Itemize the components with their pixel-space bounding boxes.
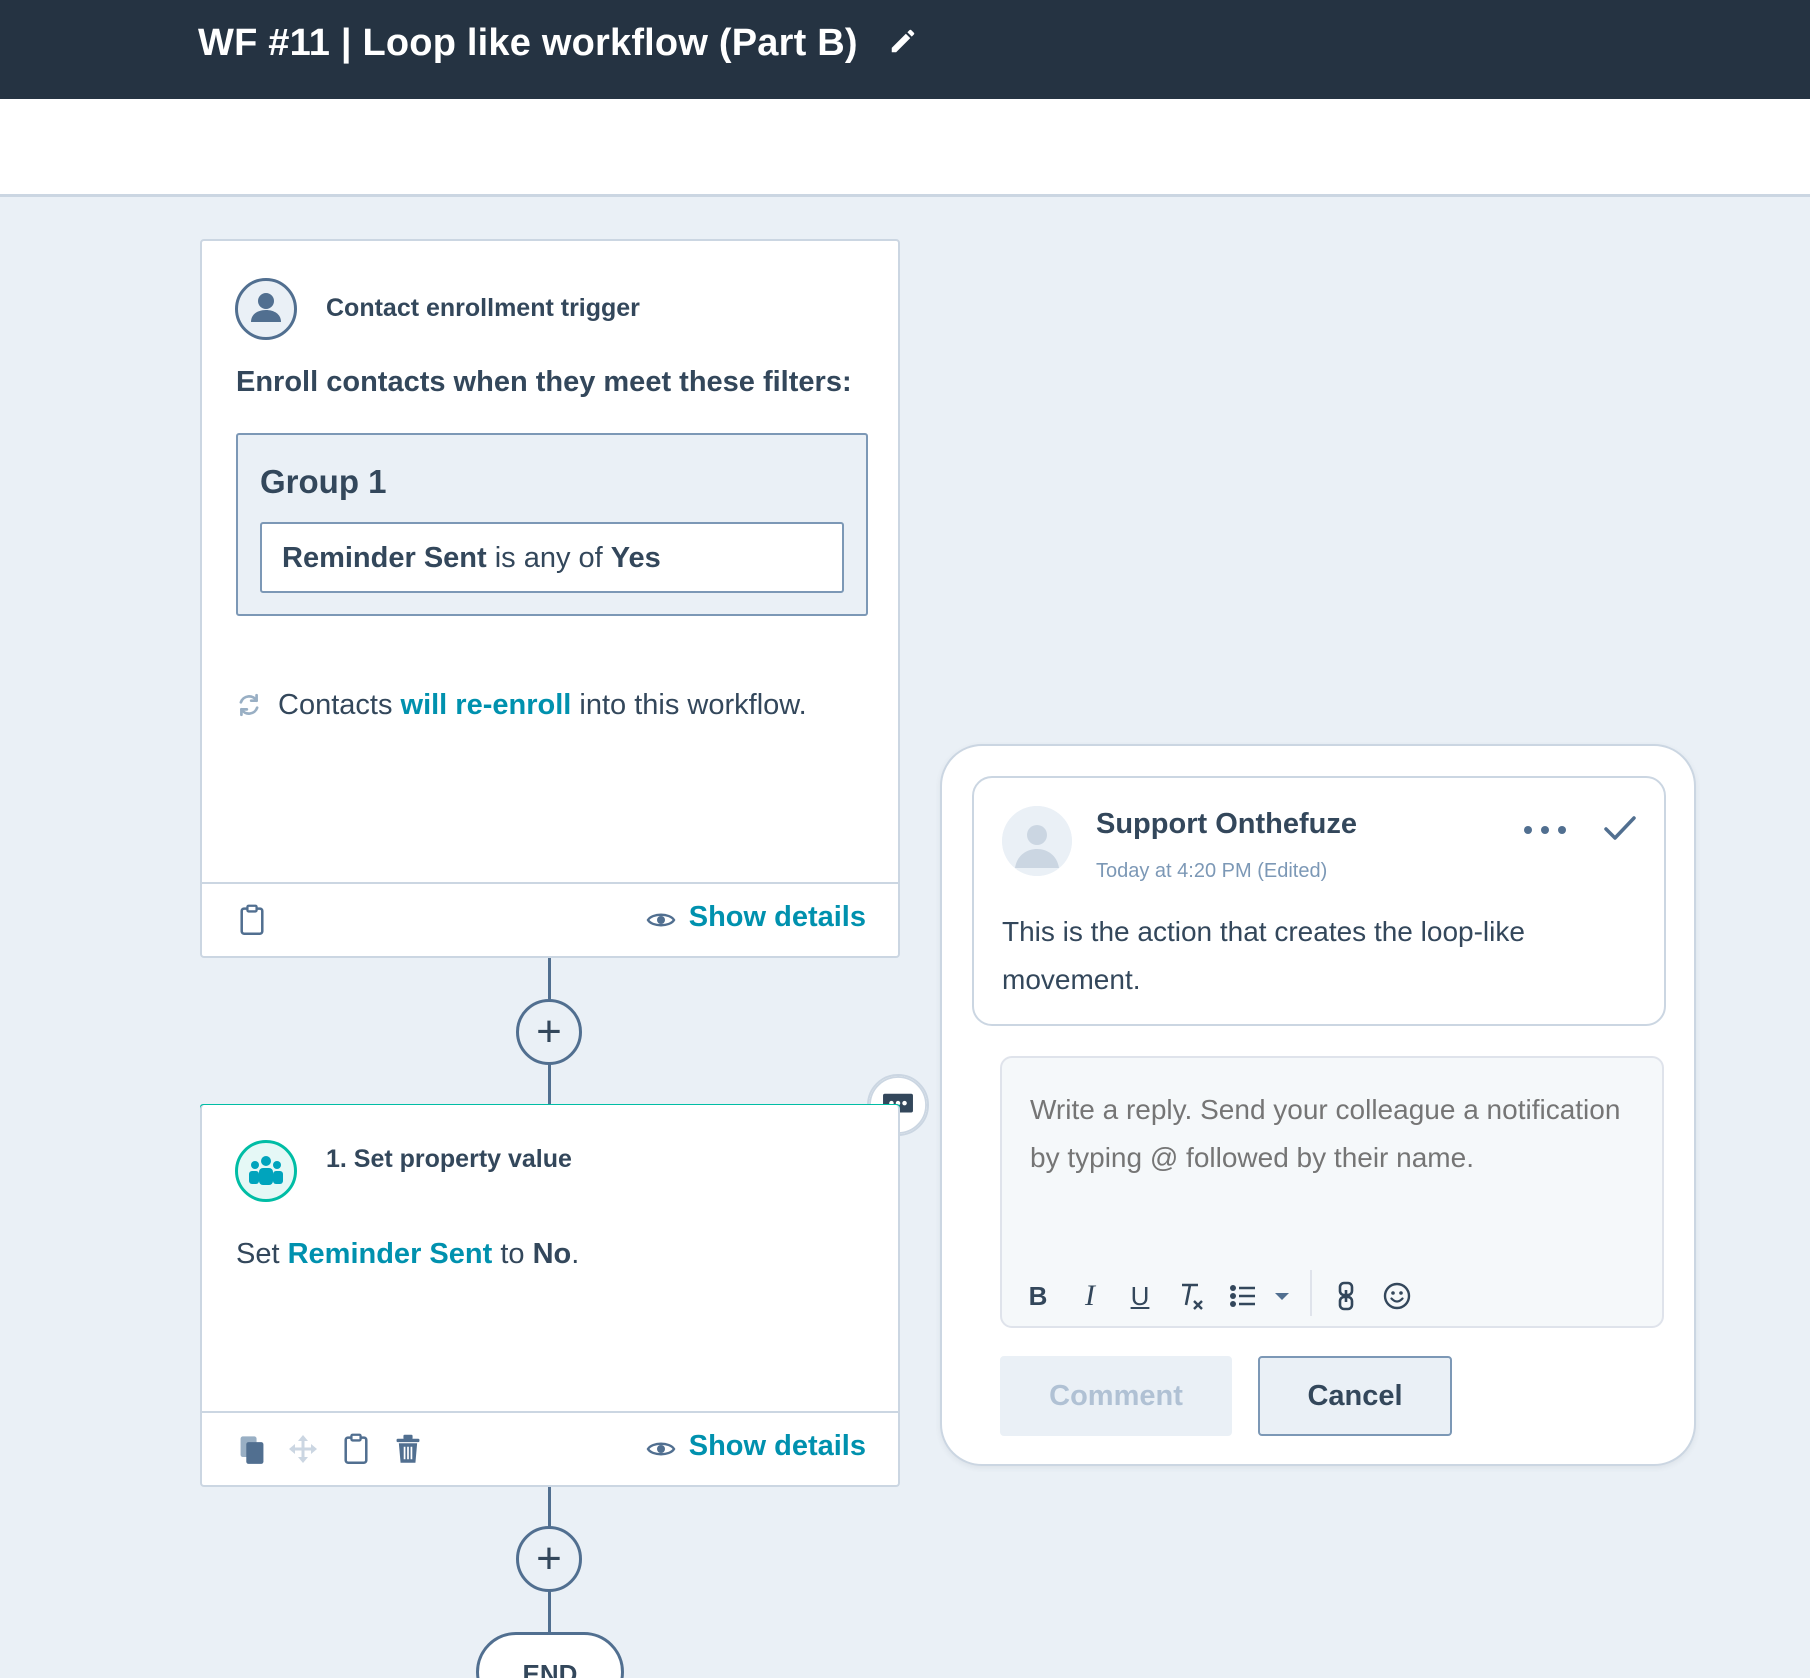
set-property-action-card[interactable]: 1. Set property value Set Reminder Sent … bbox=[200, 1105, 900, 1487]
eye-icon bbox=[646, 1442, 676, 1456]
action-value: No bbox=[532, 1238, 572, 1270]
more-options-icon[interactable] bbox=[1522, 824, 1568, 836]
filter-group[interactable]: Group 1 Reminder Sent is any of Yes bbox=[236, 433, 868, 616]
reenroll-link[interactable]: will re-enroll bbox=[401, 689, 572, 721]
chevron-down-icon[interactable] bbox=[1272, 1276, 1292, 1316]
action-desc-middle: to bbox=[500, 1238, 525, 1270]
trigger-card-footer: Show details bbox=[202, 882, 898, 956]
reply-input[interactable] bbox=[1030, 1086, 1630, 1236]
action-description: Set Reminder Sent to No. bbox=[236, 1238, 579, 1271]
list-icon[interactable] bbox=[1228, 1276, 1258, 1316]
bold-button[interactable]: B bbox=[1024, 1276, 1052, 1316]
contact-icon bbox=[235, 278, 297, 340]
comment-button[interactable]: Comment bbox=[1000, 1356, 1232, 1436]
action-desc-suffix: . bbox=[571, 1238, 580, 1270]
show-details-link[interactable]: Show details bbox=[689, 901, 866, 934]
filter-property: Reminder Sent bbox=[282, 542, 487, 574]
filter-condition[interactable]: Reminder Sent is any of Yes bbox=[260, 522, 844, 593]
action-heading: 1. Set property value bbox=[326, 1145, 572, 1173]
reenroll-prefix: Contacts bbox=[278, 689, 393, 721]
eye-icon bbox=[646, 913, 676, 927]
copy-icon[interactable] bbox=[238, 1433, 266, 1465]
user-avatar-icon bbox=[1002, 806, 1072, 876]
toolbar-divider bbox=[1310, 1270, 1312, 1316]
underline-button[interactable]: U bbox=[1126, 1276, 1154, 1316]
link-icon[interactable] bbox=[1334, 1276, 1358, 1316]
end-node: END bbox=[476, 1632, 624, 1678]
filter-value: Yes bbox=[610, 542, 661, 574]
cancel-button[interactable]: Cancel bbox=[1258, 1356, 1452, 1436]
comment-thread-item: Support Onthefuze Today at 4:20 PM (Edit… bbox=[972, 776, 1666, 1026]
trigger-heading: Contact enrollment trigger bbox=[326, 294, 640, 322]
enrollment-trigger-card[interactable]: Contact enrollment trigger Enroll contac… bbox=[200, 239, 900, 958]
clipboard-icon[interactable] bbox=[342, 1433, 370, 1465]
contacts-group-icon bbox=[235, 1140, 297, 1202]
italic-button[interactable]: I bbox=[1076, 1276, 1104, 1316]
enroll-filters-text: Enroll contacts when they meet these fil… bbox=[236, 366, 852, 398]
move-icon[interactable] bbox=[286, 1433, 320, 1465]
resolve-check-icon[interactable] bbox=[1602, 810, 1638, 846]
comment-panel: Support Onthefuze Today at 4:20 PM (Edit… bbox=[940, 744, 1696, 1466]
reenroll-suffix: into this workflow. bbox=[579, 689, 807, 721]
comment-body: This is the action that creates the loop… bbox=[1002, 916, 1525, 995]
reply-editor[interactable]: B I U bbox=[1000, 1056, 1664, 1328]
comment-author: Support Onthefuze bbox=[1096, 808, 1357, 840]
comment-timestamp: Today at 4:20 PM (Edited) bbox=[1096, 860, 1328, 882]
trash-icon[interactable] bbox=[394, 1433, 422, 1465]
clipboard-icon[interactable] bbox=[238, 904, 266, 936]
pencil-icon[interactable] bbox=[888, 26, 918, 56]
action-property-link[interactable]: Reminder Sent bbox=[288, 1238, 493, 1270]
add-action-button[interactable]: + bbox=[516, 999, 582, 1065]
emoji-icon[interactable] bbox=[1382, 1276, 1412, 1316]
show-details-link[interactable]: Show details bbox=[689, 1430, 866, 1463]
add-action-button[interactable]: + bbox=[516, 1526, 582, 1592]
toolbar-strip bbox=[0, 99, 1810, 197]
action-card-footer: Show details bbox=[202, 1411, 898, 1485]
filter-operator: is any of bbox=[494, 542, 603, 574]
refresh-icon bbox=[239, 693, 259, 717]
group-title: Group 1 bbox=[260, 463, 387, 500]
avatar bbox=[1002, 806, 1072, 876]
workflow-title[interactable]: WF #11 | Loop like workflow (Part B) bbox=[198, 22, 858, 65]
reenroll-text: Contacts will re-enroll into this workfl… bbox=[278, 689, 807, 722]
clear-format-icon[interactable] bbox=[1178, 1276, 1206, 1316]
action-desc-prefix: Set bbox=[236, 1238, 280, 1270]
workflow-header: WF #11 | Loop like workflow (Part B) bbox=[0, 0, 1810, 99]
